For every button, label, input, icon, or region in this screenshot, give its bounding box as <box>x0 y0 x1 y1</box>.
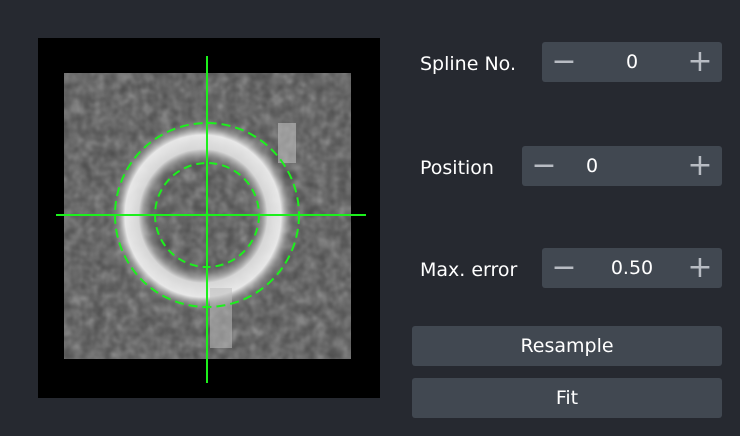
spline-no-increment-icon[interactable]: + <box>680 42 720 82</box>
position-increment-icon[interactable]: + <box>680 146 720 186</box>
max-error-spinbox[interactable]: − 0.50 + <box>542 248 722 288</box>
position-label: Position <box>420 157 494 179</box>
position-value[interactable]: 0 <box>562 146 622 186</box>
image-stripe <box>210 288 232 348</box>
spline-no-decrement-icon[interactable]: − <box>544 42 584 82</box>
max-error-value[interactable]: 0.50 <box>582 248 682 288</box>
spline-no-spinbox[interactable]: − 0 + <box>542 42 722 82</box>
image-viewer[interactable] <box>38 38 380 398</box>
position-spinbox[interactable]: − 0 + <box>522 146 722 186</box>
max-error-label: Max. error <box>420 259 518 281</box>
image-stripe <box>278 123 296 163</box>
fit-button[interactable]: Fit <box>412 378 722 418</box>
position-decrement-icon[interactable]: − <box>524 146 564 186</box>
max-error-increment-icon[interactable]: + <box>680 248 720 288</box>
cross-section-image <box>56 56 366 383</box>
spline-no-label: Spline No. <box>420 53 516 75</box>
max-error-decrement-icon[interactable]: − <box>544 248 584 288</box>
spline-no-value[interactable]: 0 <box>582 42 682 82</box>
resample-button[interactable]: Resample <box>412 326 722 366</box>
